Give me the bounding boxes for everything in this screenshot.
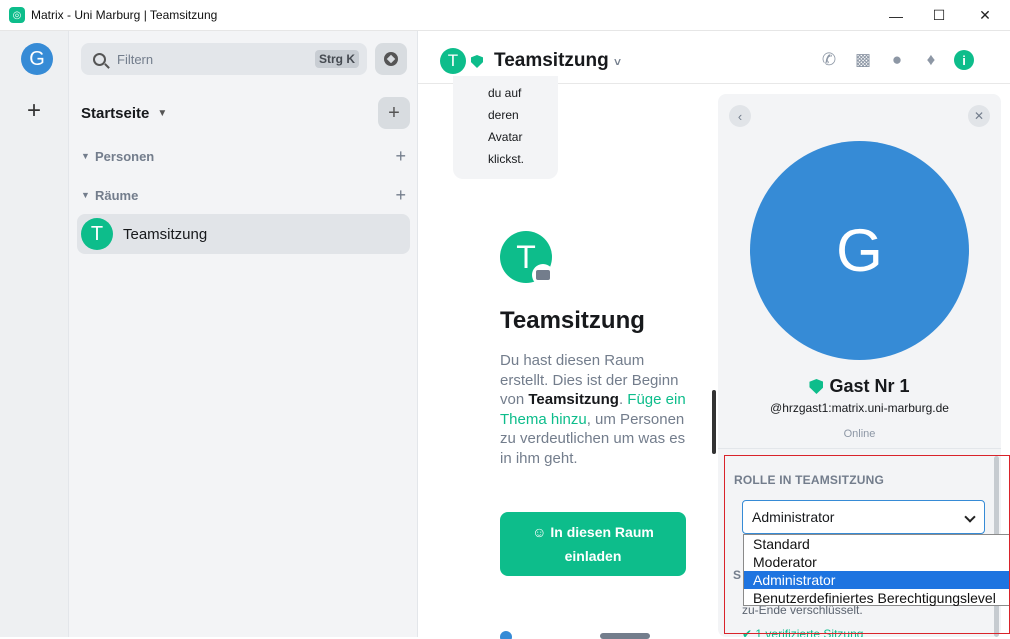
role-select[interactable]: Administrator [742, 500, 985, 534]
tooltip-line: du auf [488, 86, 522, 100]
room-header-actions: ✆ ▩ ● ♦ i [818, 49, 974, 71]
home-header[interactable]: Startseite ▼ + [81, 97, 410, 129]
room-name: Teamsitzung [123, 225, 208, 243]
tooltip-line: Avatar [488, 130, 523, 144]
role-option-administrator[interactable]: Administrator [744, 571, 1010, 589]
timeline-scrollbar[interactable] [712, 390, 716, 454]
chevron-down-icon [964, 511, 976, 523]
onboarding-tooltip: du auf deren Avatar klickst. [453, 76, 558, 179]
camera-icon[interactable] [532, 264, 554, 286]
room-intro-title: Teamsitzung [500, 307, 645, 334]
room-tile-teamsitzung[interactable]: T Teamsitzung [77, 214, 410, 254]
search-shortcut-hint: Strg K [315, 50, 359, 68]
home-add-button[interactable]: + [378, 97, 410, 129]
window-titlebar: ◎ Matrix - Uni Marburg | Teamsitzung — ☐… [0, 0, 1010, 31]
invite-to-room-button[interactable]: ☺ In diesen Raum einladen [500, 512, 686, 576]
add-room-button[interactable]: + [395, 185, 406, 206]
verified-shield-icon [471, 55, 483, 68]
section-rooms[interactable]: ▼ Räume + [81, 185, 410, 205]
user-presence: Online [843, 428, 876, 440]
room-intro-text: Du hast diesen Raum erstellt. Dies ist d… [500, 352, 686, 467]
phone-icon[interactable]: ✆ [818, 49, 840, 71]
room-header-avatar[interactable]: T [440, 48, 466, 74]
user-name-row: Gast Nr 1 [718, 376, 1001, 397]
add-person-button[interactable]: + [395, 146, 406, 167]
chevron-down-icon: ▼ [157, 107, 168, 119]
matrix-app-icon: ◎ [9, 7, 25, 23]
space-rail: G + [0, 31, 69, 637]
window-title: Matrix - Uni Marburg | Teamsitzung [31, 8, 218, 22]
section-people-label: Personen [95, 148, 155, 164]
threads-icon[interactable]: ● [886, 49, 908, 71]
timeline-partial-row [500, 629, 650, 639]
explore-rooms-button[interactable] [375, 43, 407, 75]
create-space-button[interactable]: + [27, 99, 41, 123]
user-display-name: Gast Nr 1 [829, 376, 910, 396]
security-heading-fragment: S [733, 568, 742, 582]
room-header-title[interactable]: Teamsitzung ˅ [494, 50, 621, 72]
tooltip-line: deren [488, 108, 519, 122]
search-placeholder: Filtern [117, 51, 154, 67]
verified-sessions-link[interactable]: ✔ 1 verifizierte Sitzung [742, 627, 863, 637]
home-label: Startseite [81, 104, 150, 122]
section-people[interactable]: ▼ Personen + [81, 146, 410, 166]
compass-icon [384, 52, 398, 66]
info-icon[interactable]: i [954, 50, 974, 70]
maximize-button[interactable]: ☐ [916, 0, 962, 31]
panel-divider [718, 448, 1001, 449]
chevron-down-icon: ▼ [81, 190, 90, 200]
role-heading: ROLLE IN TEAMSITZUNG [734, 473, 884, 487]
search-icon [93, 52, 106, 66]
section-rooms-label: Räume [95, 187, 139, 203]
user-menu-avatar[interactable]: G [21, 43, 53, 75]
minimize-button[interactable]: — [873, 0, 919, 31]
user-avatar-large[interactable]: G [750, 141, 969, 360]
user-matrix-id: @hrzgast1:matrix.uni-marburg.de [770, 401, 949, 415]
bell-icon[interactable]: ♦ [920, 49, 942, 71]
chevron-down-icon: ▼ [81, 151, 90, 161]
close-window-button[interactable]: ✕ [962, 0, 1008, 31]
invite-user-icon: ☺ [532, 524, 547, 540]
verified-shield-icon [809, 379, 824, 394]
tooltip-line: klickst. [488, 152, 524, 166]
role-select-value: Administrator [752, 509, 835, 525]
room-list-panel: Filtern Strg K Startseite ▼ + ▼ Personen… [69, 31, 418, 637]
room-filter-search[interactable]: Filtern Strg K [81, 43, 367, 75]
video-icon[interactable]: ▩ [852, 49, 874, 71]
back-button[interactable]: ‹ [729, 105, 751, 127]
role-option-standard[interactable]: Standard [744, 535, 1010, 553]
room-avatar: T [81, 218, 113, 250]
close-panel-button[interactable]: ✕ [968, 105, 990, 127]
role-option-custom[interactable]: Benutzerdefiniertes Berechtigungslevel [744, 589, 1010, 607]
role-option-moderator[interactable]: Moderator [744, 553, 1010, 571]
role-dropdown-list: Standard Moderator Administrator Benutze… [743, 534, 1010, 606]
